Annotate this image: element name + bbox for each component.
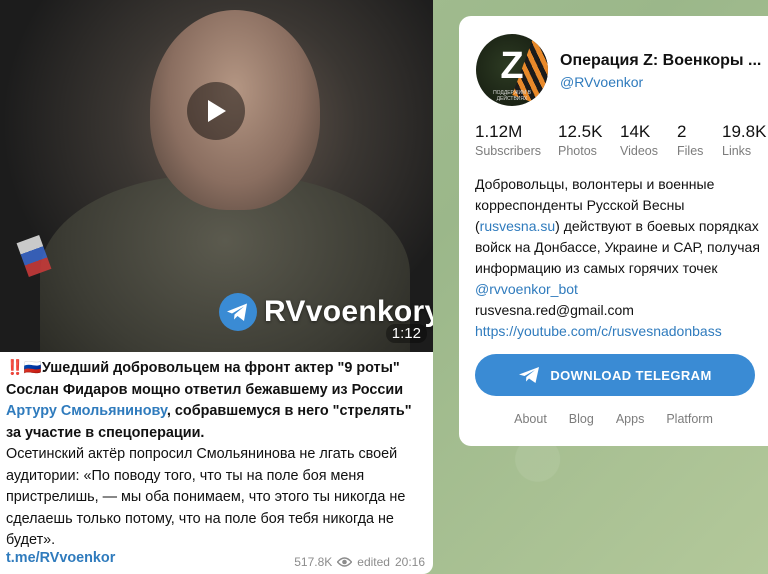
youtube-link[interactable]: https://youtube.com/c/rusvesnadonbass (475, 323, 722, 339)
stat-subscribers: 1.12M Subscribers (475, 122, 541, 158)
website-link[interactable]: rusvesna.su (480, 218, 555, 234)
play-icon (208, 100, 226, 122)
telegram-logo-icon (219, 293, 257, 331)
channel-link[interactable]: t.me/RVvoenkor (6, 550, 115, 566)
stat-videos: 14K Videos (620, 122, 658, 158)
nav-blog[interactable]: Blog (569, 412, 594, 426)
play-button[interactable] (187, 82, 245, 140)
nav-platform[interactable]: Platform (666, 412, 713, 426)
alert-emoji: ‼️🇷🇺 (6, 360, 42, 376)
download-telegram-button[interactable]: DOWNLOAD TELEGRAM (475, 354, 755, 396)
nav-apps[interactable]: Apps (616, 412, 645, 426)
stat-links: 19.8K Links (722, 122, 767, 158)
channel-stats: 1.12M Subscribers 12.5K Photos 14K Video… (475, 122, 768, 168)
channel-post: RVvoenkory 1:12 ‼️🇷🇺Ушедший добровольцем… (0, 0, 433, 574)
post-time: 20:16 (394, 555, 425, 569)
stat-photos: 12.5K Photos (558, 122, 603, 158)
russian-flag-patch (16, 234, 52, 278)
paper-plane-icon (519, 367, 540, 383)
stat-files: 2 Files (677, 122, 704, 158)
mention-link[interactable]: Артуру Смольянинову (6, 403, 167, 419)
channel-description: Добровольцы, волонтеры и военные корресп… (475, 174, 763, 342)
post-text: ‼️🇷🇺Ушедший добровольцем на фронт актер … (6, 358, 430, 552)
nav-about[interactable]: About (514, 412, 547, 426)
post-headline: ‼️🇷🇺Ушедший добровольцем на фронт актер … (6, 360, 412, 441)
channel-handle[interactable]: @RVvoenkor (560, 74, 643, 90)
eye-icon (337, 557, 353, 567)
post-meta: 517.8K edited 20:16 (294, 555, 425, 569)
post-body: Осетинский актёр попросил Смольянинова н… (6, 446, 406, 548)
channel-title: Операция Z: Военкоры ... (560, 52, 762, 69)
view-count: 517.8K (294, 555, 333, 569)
avatar-caption: ПОДДЕРЖИМ В ДЕЙСТВИЯХ (493, 90, 531, 102)
channel-avatar[interactable]: Z ПОДДЕРЖИМ В ДЕЙСТВИЯХ (476, 34, 548, 106)
card-footer-nav: About Blog Apps Platform (459, 412, 768, 426)
video-player[interactable]: RVvoenkory 1:12 (0, 0, 433, 352)
download-label: DOWNLOAD TELEGRAM (550, 367, 712, 383)
avatar-letter: Z (500, 45, 524, 87)
edited-label: edited (357, 555, 390, 569)
video-duration: 1:12 (385, 324, 427, 343)
channel-info-card: Z ПОДДЕРЖИМ В ДЕЙСТВИЯХ Операция Z: Воен… (459, 16, 768, 446)
contact-email: rusvesna.red@gmail.com (475, 302, 634, 318)
bot-link[interactable]: @rvvoenkor_bot (475, 281, 578, 297)
